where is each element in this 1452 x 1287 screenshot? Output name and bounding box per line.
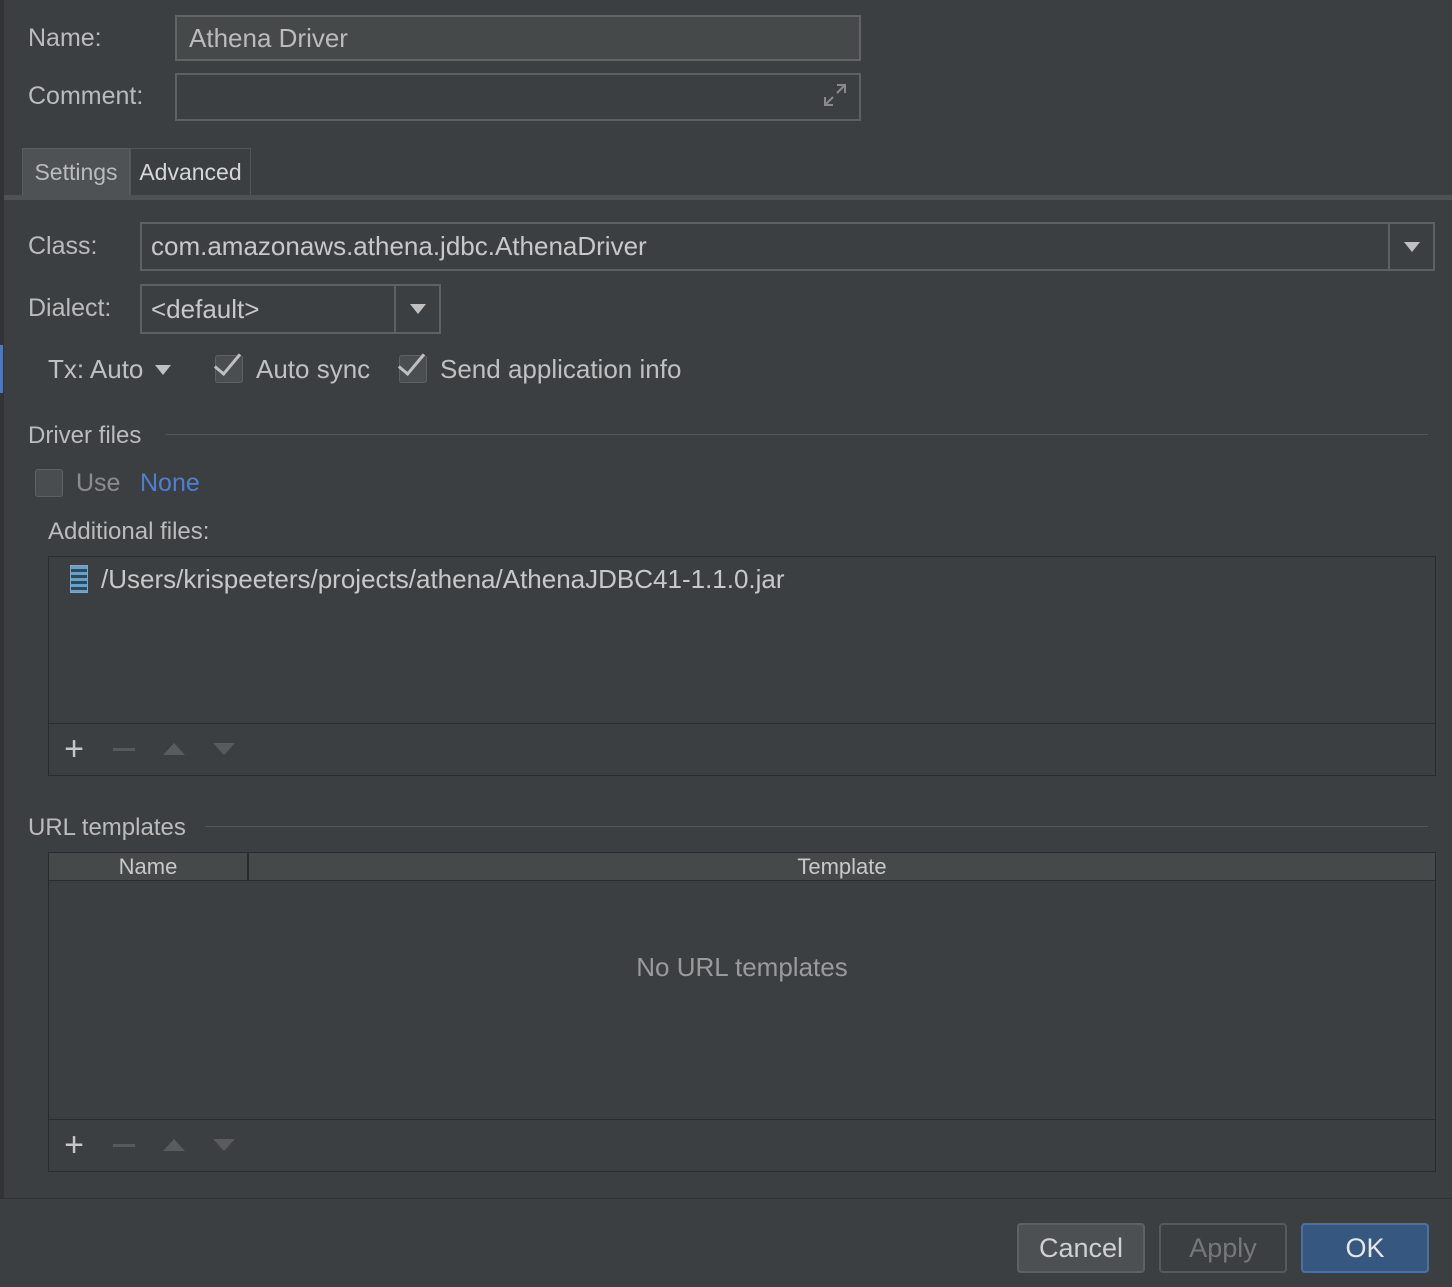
send-info-checkbox[interactable] — [397, 346, 427, 383]
class-value: com.amazonaws.athena.jdbc.AthenaDriver — [151, 231, 647, 261]
column-header-template-label: Template — [797, 853, 887, 879]
expand-icon[interactable] — [822, 82, 848, 108]
minus-icon — [113, 1143, 135, 1147]
checkmark-icon — [397, 346, 426, 377]
chevron-down-icon — [409, 304, 426, 314]
plus-icon: + — [64, 730, 84, 768]
arrow-up-icon — [163, 1139, 185, 1151]
tab-settings[interactable]: Settings — [22, 148, 130, 196]
remove-template-button[interactable] — [109, 1130, 139, 1160]
arrow-up-icon — [163, 743, 185, 755]
column-header-template[interactable]: Template — [249, 853, 1435, 881]
chevron-down-icon — [1403, 241, 1420, 252]
arrow-down-icon — [213, 743, 235, 755]
apply-button-label: Apply — [1189, 1232, 1257, 1263]
move-down-button[interactable] — [209, 1130, 239, 1160]
dialect-combobox[interactable]: <default> — [140, 284, 441, 334]
url-templates-separator — [205, 826, 1428, 827]
remove-file-button[interactable] — [109, 734, 139, 764]
cancel-button-label: Cancel — [1038, 1232, 1124, 1263]
class-combobox[interactable]: com.amazonaws.athena.jdbc.AthenaDriver — [140, 222, 1435, 271]
url-templates-toolbar: + — [49, 1119, 1435, 1171]
add-file-button[interactable]: + — [59, 730, 89, 768]
url-templates-title: URL templates — [28, 814, 186, 841]
name-field-value: Athena Driver — [189, 22, 348, 53]
use-none-link[interactable]: None — [140, 469, 200, 498]
auto-sync-checkbox[interactable] — [213, 346, 243, 383]
list-item[interactable]: /Users/krispeeters/projects/athena/Athen… — [101, 564, 785, 595]
class-dropdown-button[interactable] — [1388, 224, 1433, 269]
use-label: Use — [76, 469, 121, 497]
tab-settings-label: Settings — [34, 159, 118, 185]
additional-files-toolbar: + — [49, 723, 1435, 775]
additional-files-label: Additional files: — [48, 518, 210, 545]
arrow-down-icon — [213, 1139, 235, 1151]
ok-button[interactable]: OK — [1301, 1223, 1429, 1273]
empty-state-text: No URL templates — [636, 952, 848, 982]
left-panel-accent — [0, 345, 3, 393]
left-panel-edge — [0, 0, 4, 1198]
column-header-name[interactable]: Name — [49, 853, 249, 881]
add-template-button[interactable]: + — [59, 1126, 89, 1164]
url-templates-table[interactable]: Name Template + — [48, 852, 1436, 1172]
column-header-name-label: Name — [118, 853, 178, 879]
minus-icon — [113, 747, 135, 751]
jar-file-icon — [70, 565, 88, 593]
cancel-button[interactable]: Cancel — [1017, 1223, 1145, 1273]
class-label: Class: — [28, 232, 98, 260]
comment-label: Comment: — [28, 82, 144, 110]
driver-files-separator — [166, 434, 1428, 435]
tx-mode-dropdown[interactable]: Tx: Auto — [48, 354, 172, 385]
tx-mode-label: Tx: Auto — [48, 354, 144, 384]
tab-advanced-label: Advanced — [139, 159, 242, 185]
name-label: Name: — [28, 24, 102, 52]
dialect-label: Dialect: — [28, 294, 112, 322]
driver-files-title: Driver files — [28, 422, 142, 449]
dialect-dropdown-button[interactable] — [394, 286, 439, 332]
move-up-button[interactable] — [159, 1130, 189, 1160]
use-checkbox[interactable] — [35, 469, 63, 497]
apply-button[interactable]: Apply — [1159, 1223, 1287, 1273]
auto-sync-label[interactable]: Auto sync — [256, 354, 370, 385]
name-field[interactable]: Athena Driver — [175, 15, 861, 61]
comment-field[interactable] — [175, 73, 861, 121]
dialect-value: <default> — [151, 293, 260, 324]
move-down-button[interactable] — [209, 734, 239, 764]
checkmark-icon — [213, 346, 242, 377]
move-up-button[interactable] — [159, 734, 189, 764]
send-info-label[interactable]: Send application info — [440, 354, 681, 385]
plus-icon: + — [64, 1126, 84, 1164]
ok-button-label: OK — [1345, 1232, 1385, 1263]
tab-advanced[interactable]: Advanced — [130, 148, 251, 196]
tab-divider — [4, 195, 1452, 200]
chevron-down-icon — [155, 364, 172, 375]
